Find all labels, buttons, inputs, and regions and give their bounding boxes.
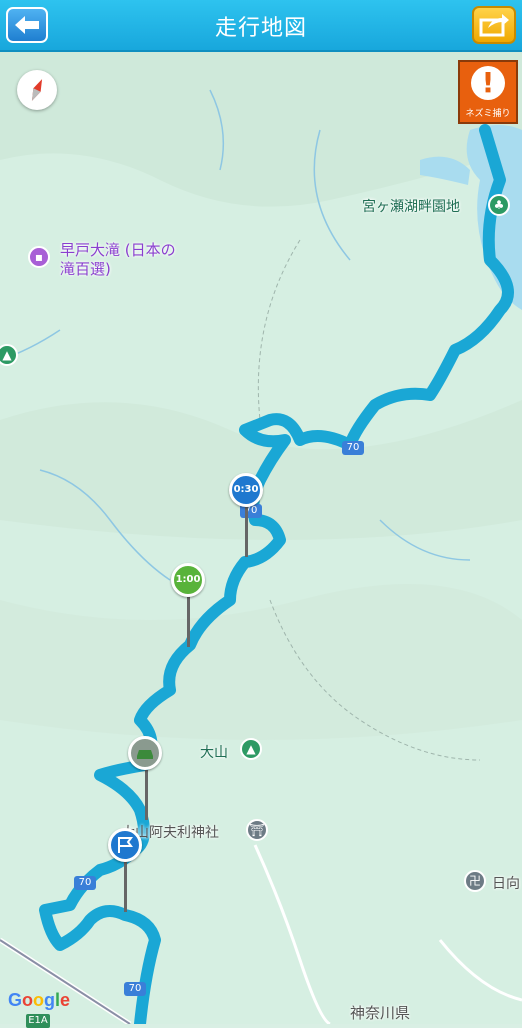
start-marker[interactable] [108,828,142,862]
poi-label: 早戸大滝 (日本の滝百選) [60,241,176,278]
compass-button[interactable] [17,70,57,110]
map-view[interactable]: ! ネズミ捕り 宮ヶ瀬湖畔園地 ♣ ▪ 早戸大滝 (日本の滝百選) ▲ 大山 ▲… [0,52,522,1028]
share-button[interactable] [472,6,516,44]
flag-icon [118,837,133,853]
highway-shield: E1A [26,1014,50,1028]
car-icon [137,750,153,759]
mountain-icon[interactable]: ▲ [240,738,262,760]
google-logo: Google [8,990,71,1010]
marker-pin [124,862,127,912]
compass-icon [31,79,43,101]
road-shield: 70 [124,982,146,996]
poi-label: 神奈川県 [350,1004,411,1022]
tourist-spot-icon[interactable]: ▪ [28,246,50,268]
app-header: 走行地図 [0,0,522,52]
poi-label: 宮ヶ瀬湖畔園地 [362,199,460,215]
share-icon [479,14,509,37]
page-title: 走行地図 [214,16,307,41]
road-shield: 70 [342,441,364,455]
speed-trap-alert-button[interactable]: ! ネズミ捕り [458,60,518,124]
marker-pin [245,507,248,557]
time-marker[interactable]: 1:00 [171,563,205,597]
time-marker[interactable]: 0:30 [229,473,263,507]
marker-pin [145,770,148,820]
shrine-icon[interactable]: ⛩ [246,819,268,841]
vehicle-marker[interactable] [128,736,162,770]
alert-label: ネズミ捕り [465,109,511,119]
marker-pin [187,597,190,647]
park-icon[interactable]: ♣ [488,194,510,216]
poi-label: 日向 [492,876,520,892]
poi-label: 大山 [200,745,228,761]
temple-icon[interactable]: 卍 [464,870,486,892]
alert-icon: ! [471,66,505,100]
road-shield: 70 [74,876,96,890]
